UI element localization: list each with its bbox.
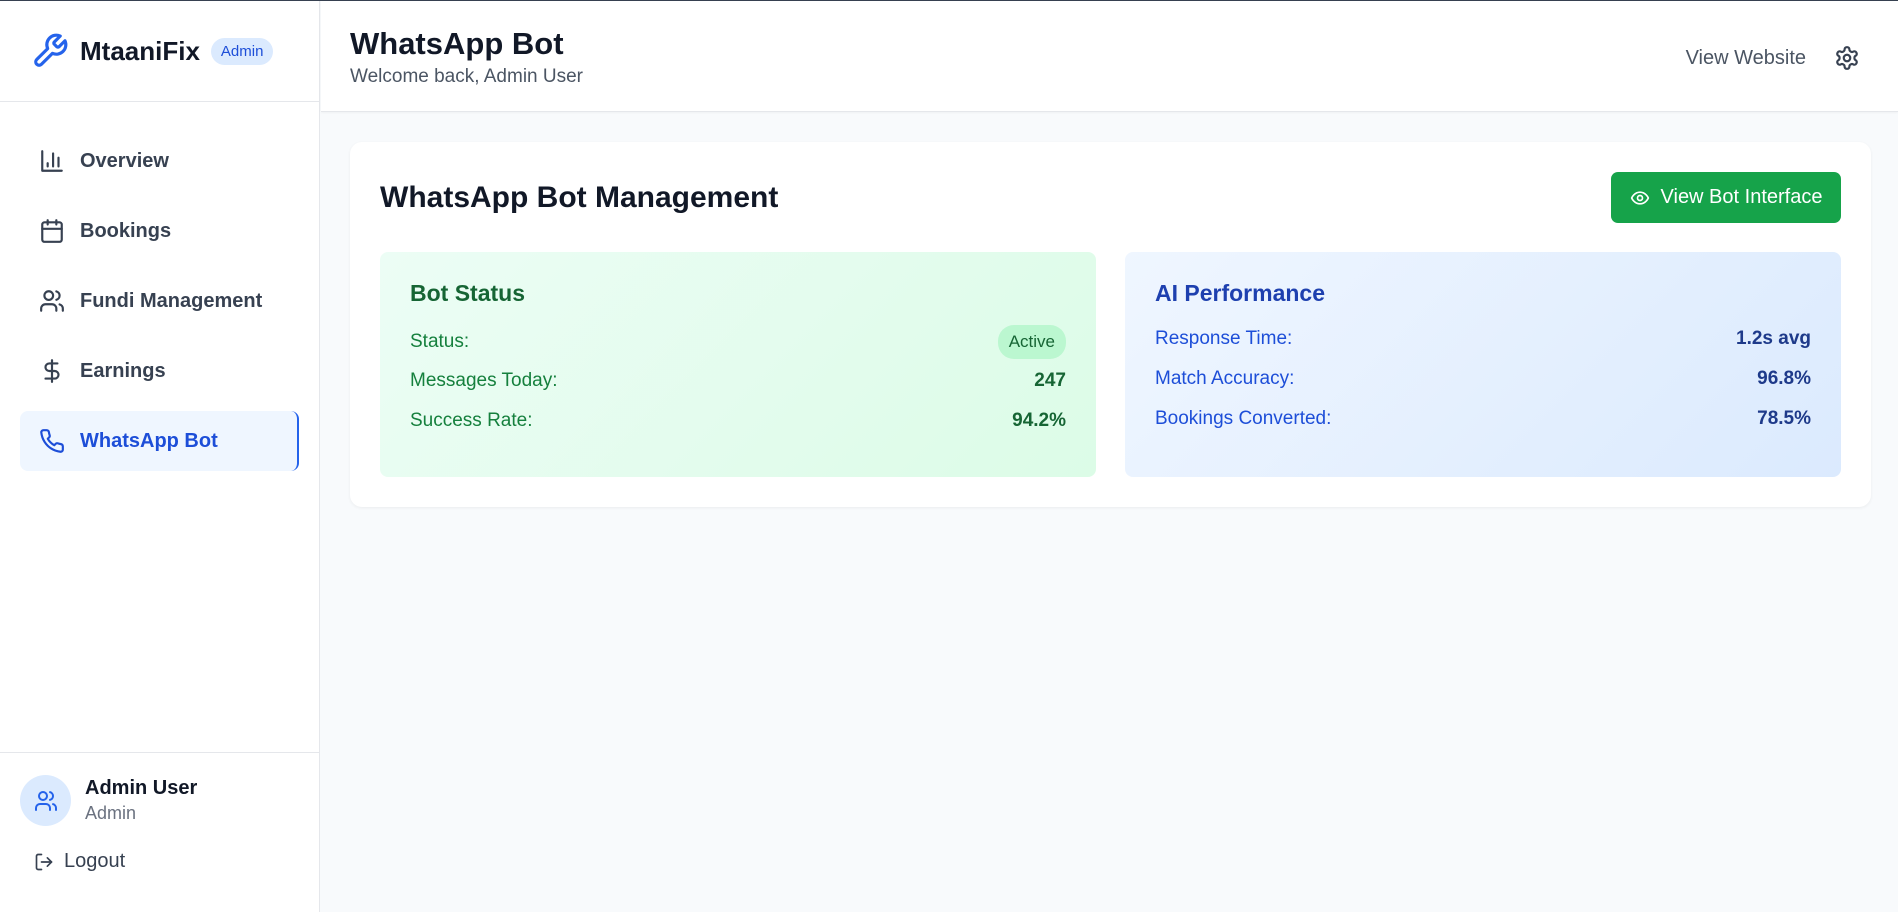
brand: MtaaniFix Admin — [0, 1, 319, 102]
sidebar-item-label: Fundi Management — [80, 289, 263, 312]
accuracy-value: 96.8% — [1757, 368, 1811, 389]
phone-icon — [40, 429, 64, 453]
accuracy-label: Match Accuracy: — [1155, 368, 1295, 389]
status-badge: Active — [997, 325, 1066, 359]
bot-status-title: Bot Status — [410, 280, 525, 306]
bookings-converted-row: Bookings Converted: 78.5% — [1155, 404, 1811, 434]
ai-performance-panel: AI Performance Response Time: 1.2s avg M… — [1125, 252, 1841, 477]
messages-value: 247 — [1034, 370, 1066, 391]
app-name: MtaaniFix — [80, 35, 200, 66]
sidebar-item-fundi-management[interactable]: Fundi Management — [20, 271, 299, 331]
users-icon — [40, 290, 64, 312]
logout-icon — [35, 853, 53, 870]
response-row: Response Time: 1.2s avg — [1155, 324, 1811, 354]
view-website-link[interactable]: View Website — [1686, 47, 1806, 70]
section-title: WhatsApp Bot Management — [380, 181, 779, 214]
user-role: Admin — [85, 803, 137, 823]
accuracy-row: Match Accuracy: 96.8% — [1155, 364, 1811, 394]
bookings-converted-value: 78.5% — [1757, 408, 1811, 429]
sidebar-nav: Overview Bookings Fundi Management Earni… — [0, 102, 319, 471]
ai-performance-title: AI Performance — [1155, 280, 1326, 306]
sidebar-item-label: WhatsApp Bot — [80, 429, 218, 452]
bot-management-card: WhatsApp Bot Management View Bot Interfa… — [350, 142, 1871, 507]
success-value: 94.2% — [1012, 410, 1066, 431]
sidebar-item-whatsapp-bot[interactable]: WhatsApp Bot — [20, 411, 299, 471]
sidebar-item-label: Overview — [80, 149, 169, 172]
sidebar-item-label: Earnings — [80, 359, 166, 382]
wrench-icon — [34, 33, 68, 67]
response-label: Response Time: — [1155, 328, 1293, 349]
success-label: Success Rate: — [410, 410, 533, 431]
gear-icon[interactable] — [1834, 45, 1860, 71]
messages-label: Messages Today: — [410, 370, 558, 391]
messages-row: Messages Today: 247 — [410, 366, 1066, 396]
bar-chart-icon — [41, 150, 63, 172]
sidebar-item-earnings[interactable]: Earnings — [20, 341, 299, 401]
sidebar: MtaaniFix Admin Overview Bookings Fundi … — [0, 1, 320, 912]
response-value: 1.2s avg — [1736, 328, 1811, 349]
calendar-icon — [41, 219, 63, 243]
logout-label: Logout — [64, 850, 126, 872]
admin-badge: Admin — [210, 37, 274, 65]
sidebar-item-overview[interactable]: Overview — [20, 131, 299, 191]
user-block: Admin User Admin Logout — [0, 752, 319, 912]
avatar — [20, 775, 71, 826]
topbar: WhatsApp Bot Welcome back, Admin User Vi… — [321, 1, 1898, 112]
user-profile: Admin User Admin — [0, 753, 319, 826]
view-bot-interface-button[interactable]: View Bot Interface — [1611, 172, 1841, 223]
eye-icon — [1630, 190, 1649, 205]
user-name: Admin User — [85, 777, 198, 799]
sidebar-item-label: Bookings — [80, 219, 172, 242]
sidebar-item-bookings[interactable]: Bookings — [20, 201, 299, 261]
view-bot-interface-label: View Bot Interface — [1660, 186, 1823, 208]
users-icon — [34, 790, 57, 811]
status-row: Status: Active — [410, 324, 1066, 360]
welcome-text: Welcome back, Admin User — [350, 66, 584, 87]
status-label: Status: — [410, 331, 470, 352]
dollar-icon — [44, 359, 60, 383]
success-row: Success Rate: 94.2% — [410, 406, 1066, 436]
bot-status-panel: Bot Status Status: Active Messages Today… — [380, 252, 1096, 477]
page-title: WhatsApp Bot — [350, 26, 564, 61]
bookings-converted-label: Bookings Converted: — [1155, 408, 1332, 429]
logout-button[interactable]: Logout — [0, 826, 319, 873]
